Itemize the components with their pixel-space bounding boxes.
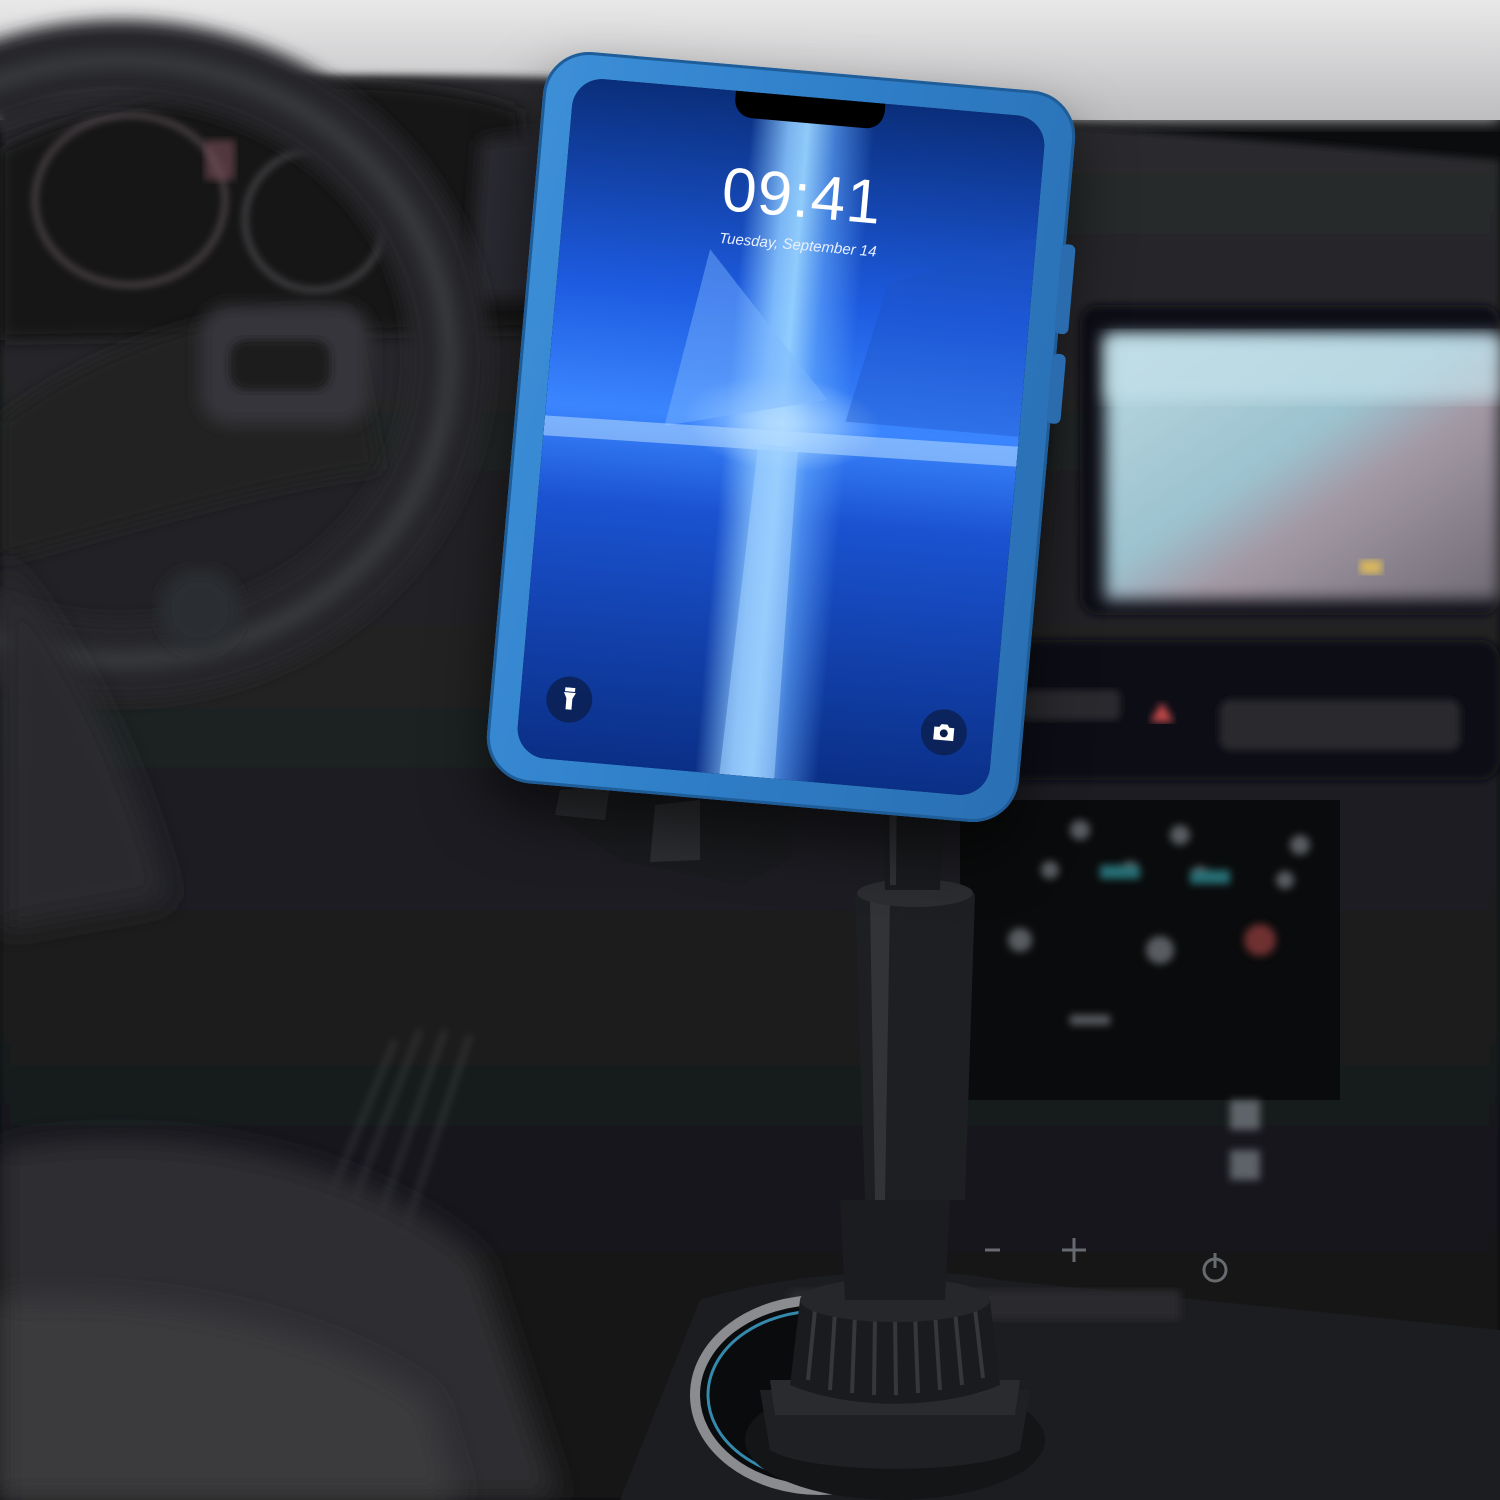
- phone-lock-screen: 09:41 Tuesday, September 14: [515, 76, 1047, 798]
- phone-in-case: 09:41 Tuesday, September 14: [483, 48, 1079, 826]
- car-interior-scene: 09:41 Tuesday, September 14: [0, 0, 1500, 1500]
